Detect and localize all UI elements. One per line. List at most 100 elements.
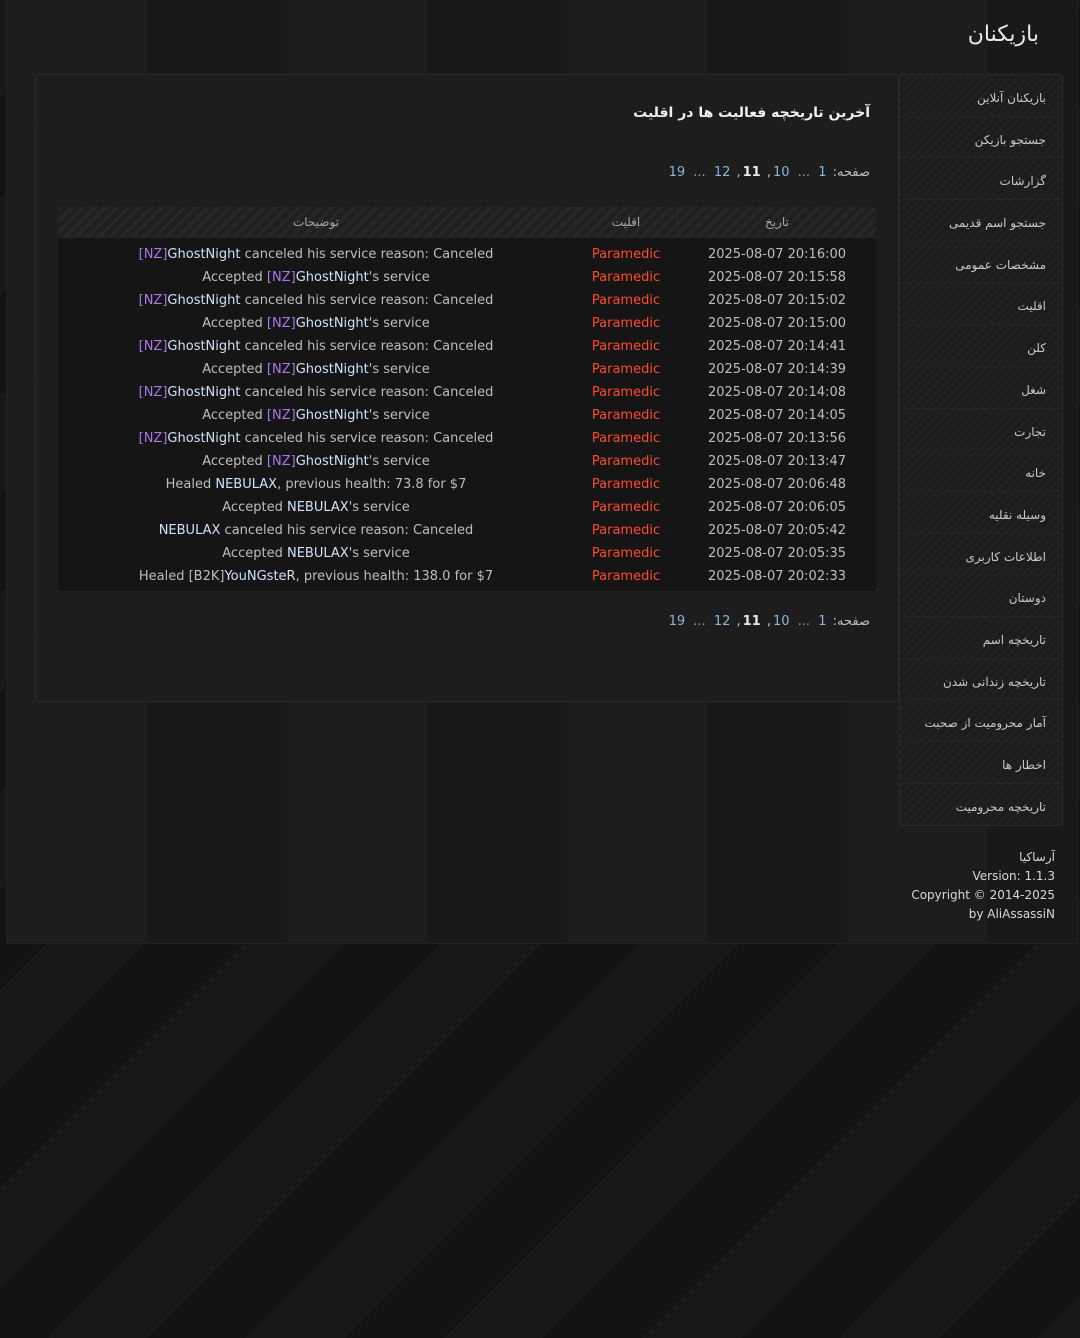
- sidebar-item-business[interactable]: تجارت: [900, 408, 1062, 451]
- page-link-12[interactable]: 12: [714, 165, 731, 180]
- description-text: Accepted: [202, 362, 267, 377]
- page-link-10[interactable]: 10: [773, 614, 790, 629]
- player-name: GhostNight: [167, 431, 241, 446]
- table-row: [NZ]GhostNight canceled his service reas…: [58, 243, 876, 266]
- cell-date: 2025-08-07 20:14:05: [707, 408, 847, 423]
- description-text: , previous health: 138.0 for $7: [295, 569, 494, 584]
- sidebar-item-vehicle[interactable]: وسیله نقلیه: [900, 491, 1062, 534]
- sidebar-item-ban-history[interactable]: تاریخچه محرومیت: [900, 783, 1062, 826]
- cell-description: Accepted NEBULAX's service: [58, 542, 574, 565]
- sidebar-item-jail-history[interactable]: تاریخچه زندانی شدن: [900, 658, 1062, 701]
- table-row: [NZ]GhostNight canceled his service reas…: [58, 381, 876, 404]
- cell-date: 2025-08-07 20:02:33: [707, 569, 847, 584]
- clan-tag: [NZ]: [138, 247, 168, 262]
- page-link-12[interactable]: 12: [714, 614, 731, 629]
- player-name: GhostNight: [167, 293, 241, 308]
- panel-title: آخرین تاریخچه فعالیت ها در اقلیت: [633, 105, 870, 121]
- cell-description: [NZ]GhostNight canceled his service reas…: [58, 381, 574, 404]
- cell-minority: Paramedic: [591, 316, 661, 331]
- page-link-19[interactable]: 19: [669, 614, 686, 629]
- player-name: NEBULAX: [286, 500, 349, 515]
- sidebar-item-friends[interactable]: دوستان: [900, 575, 1062, 617]
- sidebar-item-user-info[interactable]: اطلاعات کاربری: [900, 533, 1062, 576]
- player-name: GhostNight: [167, 339, 241, 354]
- sidebar-item-mute-stats[interactable]: آمار محرومیت از صحبت: [900, 700, 1062, 742]
- cell-description: [NZ]GhostNight canceled his service reas…: [58, 243, 574, 266]
- pagination-label: صفحه:: [832, 165, 870, 180]
- page-link-19[interactable]: 19: [669, 165, 686, 180]
- clan-tag: [NZ]: [266, 316, 296, 331]
- cell-minority: Paramedic: [591, 247, 661, 262]
- sidebar-item-reports[interactable]: گزارشات: [900, 158, 1062, 201]
- cell-date: 2025-08-07 20:06:48: [707, 477, 847, 492]
- footer-version: Version: 1.1.3: [972, 869, 1055, 883]
- description-text: 's service: [368, 316, 430, 331]
- pagination-ellipsis: ...: [797, 165, 811, 180]
- player-name: GhostNight: [295, 316, 369, 331]
- cell-minority: Paramedic: [591, 431, 661, 446]
- cell-description: Accepted [NZ]GhostNight's service: [58, 312, 574, 335]
- cell-minority: Paramedic: [591, 408, 661, 423]
- description-text: canceled his service reason: Canceled: [240, 431, 494, 446]
- description-text: Accepted: [202, 408, 267, 423]
- sidebar-item-search-player[interactable]: جستجو بازیکن: [900, 116, 1062, 159]
- cell-description: Accepted [NZ]GhostNight's service: [58, 358, 574, 381]
- sidebar-item-clan[interactable]: کلن: [900, 325, 1062, 367]
- description-text: 's service: [368, 408, 430, 423]
- sidebar-item-minority[interactable]: اقلیت: [900, 283, 1062, 326]
- sidebar-nav: بازیکنان آنلاین جستجو بازیکن گزارشات جست…: [899, 74, 1063, 826]
- sidebar-item-warnings[interactable]: اخطار ها: [900, 742, 1062, 784]
- sidebar-item-online-players[interactable]: بازیکنان آنلاین: [900, 75, 1062, 117]
- cell-minority: Paramedic: [591, 270, 661, 285]
- description-text: canceled his service reason: Canceled: [240, 293, 494, 308]
- description-text: 's service: [368, 454, 430, 469]
- cell-description: Accepted [NZ]GhostNight's service: [58, 450, 574, 473]
- description-text: Accepted: [202, 270, 267, 285]
- sidebar-item-house[interactable]: خانه: [900, 450, 1062, 492]
- player-name: NEBULAX: [158, 523, 221, 538]
- clan-tag: [NZ]: [266, 408, 296, 423]
- sidebar-item-job[interactable]: شغل: [900, 366, 1062, 409]
- sidebar-item-general-info[interactable]: مشخصات عمومی: [900, 241, 1062, 284]
- clan-tag: [NZ]: [138, 431, 168, 446]
- table-row: Accepted [NZ]GhostNight's service Paramed…: [58, 450, 876, 473]
- description-text: Accepted: [202, 316, 267, 331]
- page-link-11-current: 11: [742, 614, 761, 629]
- description-text: canceled his service reason: Canceled: [240, 247, 494, 262]
- cell-minority: Paramedic: [591, 546, 661, 561]
- description-text: canceled his service reason: Canceled: [240, 339, 494, 354]
- player-name: GhostNight: [167, 385, 241, 400]
- page-link-1[interactable]: 1: [818, 614, 826, 629]
- cell-date: 2025-08-07 20:15:58: [707, 270, 847, 285]
- clan-tag: [NZ]: [138, 293, 168, 308]
- cell-description: Accepted [NZ]GhostNight's service: [58, 404, 574, 427]
- cell-date: 2025-08-07 20:13:47: [707, 454, 847, 469]
- table-row: Accepted NEBULAX's service Paramedic 2025-…: [58, 542, 876, 565]
- cell-description: [NZ]GhostNight canceled his service reas…: [58, 289, 574, 312]
- pagination-ellipsis: ...: [693, 614, 706, 629]
- table-row: Accepted [NZ]GhostNight's service Paramed…: [58, 404, 876, 427]
- cell-minority: Paramedic: [591, 523, 661, 538]
- player-name: NEBULAX: [215, 477, 278, 492]
- description-text: Accepted: [222, 546, 287, 561]
- page-link-1[interactable]: 1: [818, 165, 826, 180]
- page-frame: بازیکنان آخرین تاریخچه فعالیت ها در اقلی…: [6, 0, 1078, 944]
- clan-tag: [NZ]: [266, 270, 296, 285]
- cell-minority: Paramedic: [591, 362, 661, 377]
- sidebar-item-search-old-name[interactable]: جستجو اسم قدیمی: [900, 200, 1062, 242]
- pagination-bottom: صفحه: 1 ... 10, 11, 12 ... 19: [668, 614, 870, 629]
- table-row: Accepted [NZ]GhostNight's service Paramed…: [58, 266, 876, 289]
- player-name: GhostNight: [295, 270, 369, 285]
- page-link-10[interactable]: 10: [773, 165, 790, 180]
- description-text: Accepted: [222, 500, 287, 515]
- pagination-ellipsis: ...: [693, 165, 706, 180]
- cell-description: Healed NEBULAX, previous health: 73.8 fo…: [58, 473, 574, 496]
- table-row: [NZ]GhostNight canceled his service reas…: [58, 335, 876, 358]
- player-name: YouNGsteR: [224, 569, 296, 584]
- cell-date: 2025-08-07 20:15:02: [707, 293, 847, 308]
- minority-activity-panel: آخرین تاریخچه فعالیت ها در اقلیت صفحه: 1…: [35, 74, 899, 702]
- cell-date: 2025-08-07 20:14:41: [707, 339, 847, 354]
- player-name: GhostNight: [295, 362, 369, 377]
- sidebar-item-name-history[interactable]: تاریخچه اسم: [900, 616, 1062, 659]
- table-body: [NZ]GhostNight canceled his service reas…: [58, 243, 876, 588]
